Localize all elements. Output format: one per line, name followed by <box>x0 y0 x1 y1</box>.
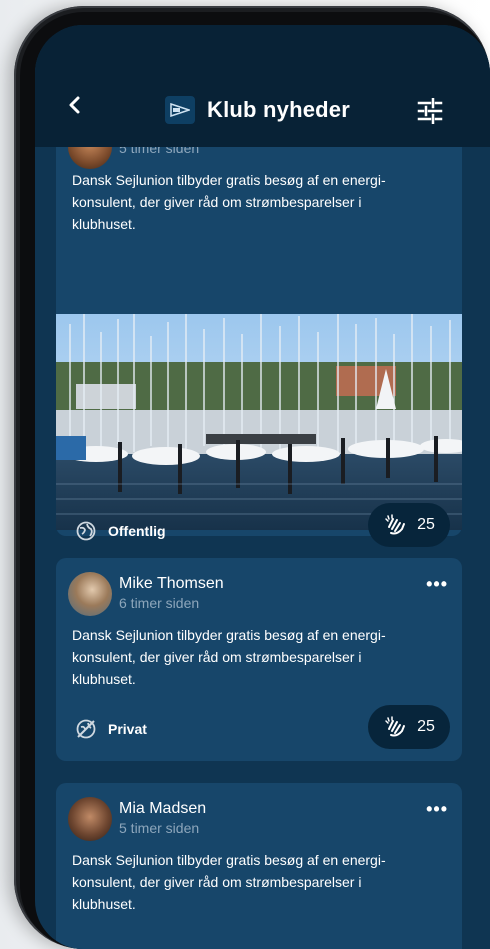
club-flag-icon <box>165 96 195 124</box>
post-text: Dansk Sejlunion tilbyder gratis besøg af… <box>72 852 386 912</box>
page-title: Klub nyheder <box>207 97 350 122</box>
clap-button[interactable]: 25 <box>368 705 450 749</box>
post-text: Dansk Sejlunion tilbyder gratis besøg af… <box>72 627 386 687</box>
clap-button[interactable]: 25 <box>368 503 450 547</box>
chevron-left-icon <box>69 96 80 114</box>
post-card: 5 timer siden Dansk Sejlunion tilbyder g… <box>56 85 462 547</box>
more-options-button[interactable]: ••• <box>426 799 448 820</box>
back-button[interactable] <box>68 95 88 119</box>
post-author[interactable]: Mia Madsen <box>119 800 206 818</box>
clap-icon <box>385 514 406 535</box>
sliders-icon <box>417 97 443 125</box>
marina-photo[interactable] <box>56 314 462 530</box>
post-card: Mike Thomsen 6 timer siden ••• Dansk Sej… <box>56 558 462 761</box>
avatar[interactable] <box>68 797 112 841</box>
app-screen: 5 timer siden Dansk Sejlunion tilbyder g… <box>35 25 490 949</box>
avatar[interactable] <box>68 572 112 616</box>
globe-icon <box>76 521 96 541</box>
post-card: Mia Madsen 5 timer siden ••• Dansk Sejlu… <box>56 783 462 949</box>
post-text: Dansk Sejlunion tilbyder gratis besøg af… <box>72 172 386 232</box>
globe-crossed-icon <box>76 719 96 739</box>
filter-button[interactable] <box>416 97 444 125</box>
header-title-group: Klub nyheder <box>165 95 350 125</box>
post-time: 6 timer siden <box>119 595 200 611</box>
visibility-private: Privat <box>76 719 147 739</box>
visibility-public: Offentlig <box>76 521 166 541</box>
news-feed[interactable]: 5 timer siden Dansk Sejlunion tilbyder g… <box>35 25 490 949</box>
more-options-button[interactable]: ••• <box>426 574 448 595</box>
clap-icon <box>385 716 406 737</box>
app-header: Klub nyheder <box>35 25 490 147</box>
post-author[interactable]: Mike Thomsen <box>119 575 224 593</box>
post-time: 5 timer siden <box>119 820 200 836</box>
